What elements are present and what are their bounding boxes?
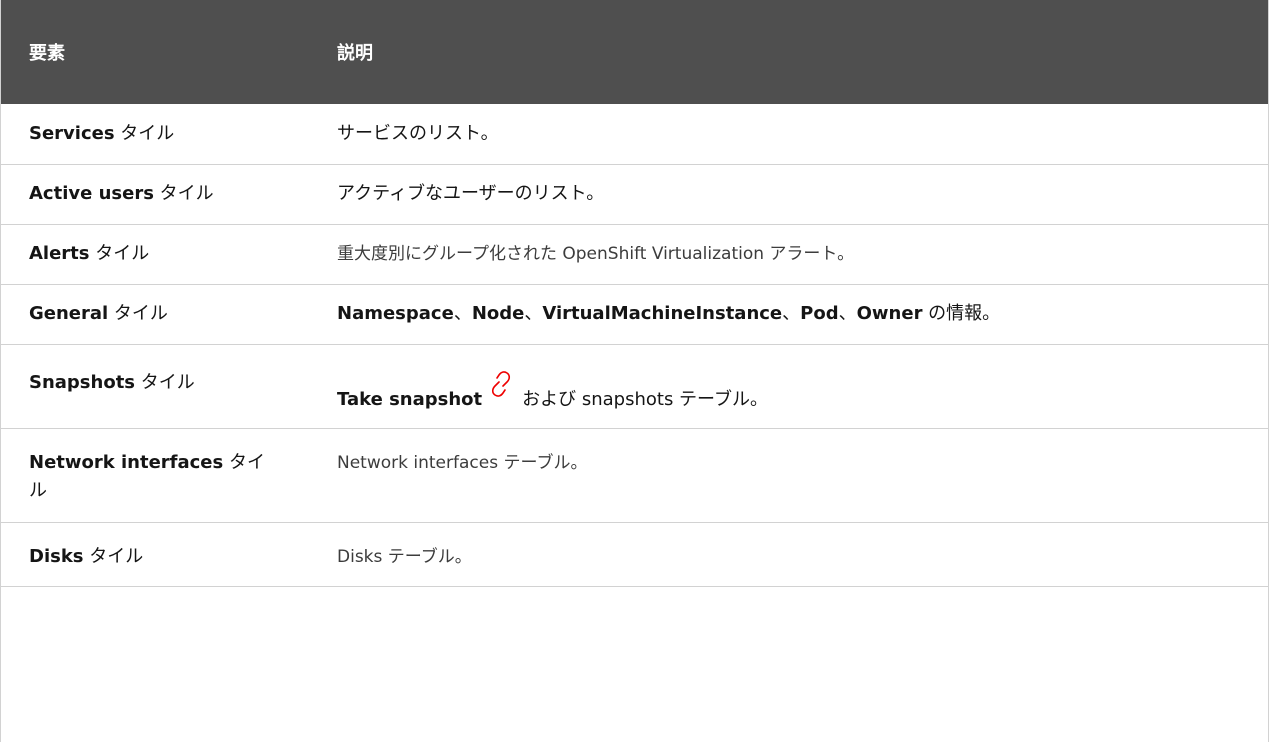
description-cell: Disks テーブル。 (309, 522, 1268, 587)
element-name: General (29, 303, 109, 324)
element-suffix: タイル (135, 371, 195, 393)
pod-term: Pod (800, 303, 839, 324)
separator: 、 (838, 303, 857, 324)
table-row-snapshots: Snapshots タイル Take snapshot および snapshots… (1, 344, 1268, 429)
vmi-term: VirtualMachineInstance (542, 303, 783, 324)
separator: 、 (524, 303, 543, 324)
element-name: Disks (29, 545, 84, 567)
node-term: Node (471, 303, 525, 324)
element-cell: Services タイル (1, 104, 309, 165)
table-row-disks: Disks タイル Disks テーブル。 (1, 522, 1268, 587)
snapshots-tail: および snapshots テーブル。 (522, 388, 768, 410)
element-name: Snapshots (29, 371, 136, 393)
table-body: Services タイル サービスのリスト。 Active users タイル … (1, 104, 1268, 587)
element-name: Active users (29, 183, 154, 204)
description-cell: Take snapshot および snapshots テーブル。 (309, 344, 1268, 429)
table-row-services: Services タイル サービスのリスト。 (1, 104, 1268, 165)
element-suffix: タイル (153, 183, 214, 204)
table-row-alerts: Alerts タイル 重大度別にグループ化された OpenShift Virtu… (1, 224, 1268, 285)
element-name: Services (29, 122, 115, 144)
element-name: Network interfaces (29, 451, 224, 473)
table-row-general: General タイル Namespace、Node、VirtualMachin… (1, 284, 1268, 345)
element-cell: Alerts タイル (1, 224, 309, 285)
description-cell: Network interfaces テーブル。 (309, 428, 1268, 523)
link-icon (488, 369, 514, 399)
general-tail: の情報。 (922, 303, 1001, 324)
table-row-active-users: Active users タイル アクティブなユーザーのリスト。 (1, 164, 1268, 225)
description-cell: サービスのリスト。 (309, 104, 1268, 165)
separator: 、 (782, 303, 801, 324)
namespace-term: Namespace (337, 303, 454, 324)
take-snapshot-term: Take snapshot (337, 388, 483, 410)
header-element: 要素 (29, 43, 65, 64)
tiles-table-container: 要素 説明 Services タイル サービスのリスト。 Active user… (0, 0, 1269, 742)
element-cell: General タイル (1, 284, 309, 345)
table-row-network-interfaces: Network interfaces タイル Network interface… (1, 428, 1268, 523)
table-header: 要素 説明 (1, 0, 1268, 104)
description-cell: 重大度別にグループ化された OpenShift Virtualization ア… (309, 224, 1268, 285)
header-row: 要素 説明 (1, 0, 1268, 104)
element-cell: Network interfaces タイル (1, 428, 309, 523)
description-cell: Namespace、Node、VirtualMachineInstance、Po… (309, 284, 1268, 345)
owner-term: Owner (856, 303, 923, 324)
element-suffix: タイル (89, 243, 150, 264)
tiles-table: 要素 説明 Services タイル サービスのリスト。 Active user… (1, 0, 1268, 587)
description-cell: アクティブなユーザーのリスト。 (309, 164, 1268, 225)
element-suffix: タイル (108, 303, 168, 324)
separator: 、 (453, 303, 472, 324)
element-suffix: タイル (83, 545, 144, 567)
header-description: 説明 (337, 43, 373, 64)
element-cell: Active users タイル (1, 164, 309, 225)
element-name: Alerts (29, 243, 90, 264)
element-cell: Disks タイル (1, 522, 309, 587)
element-cell: Snapshots タイル (1, 344, 309, 429)
element-suffix: タイル (114, 122, 175, 144)
